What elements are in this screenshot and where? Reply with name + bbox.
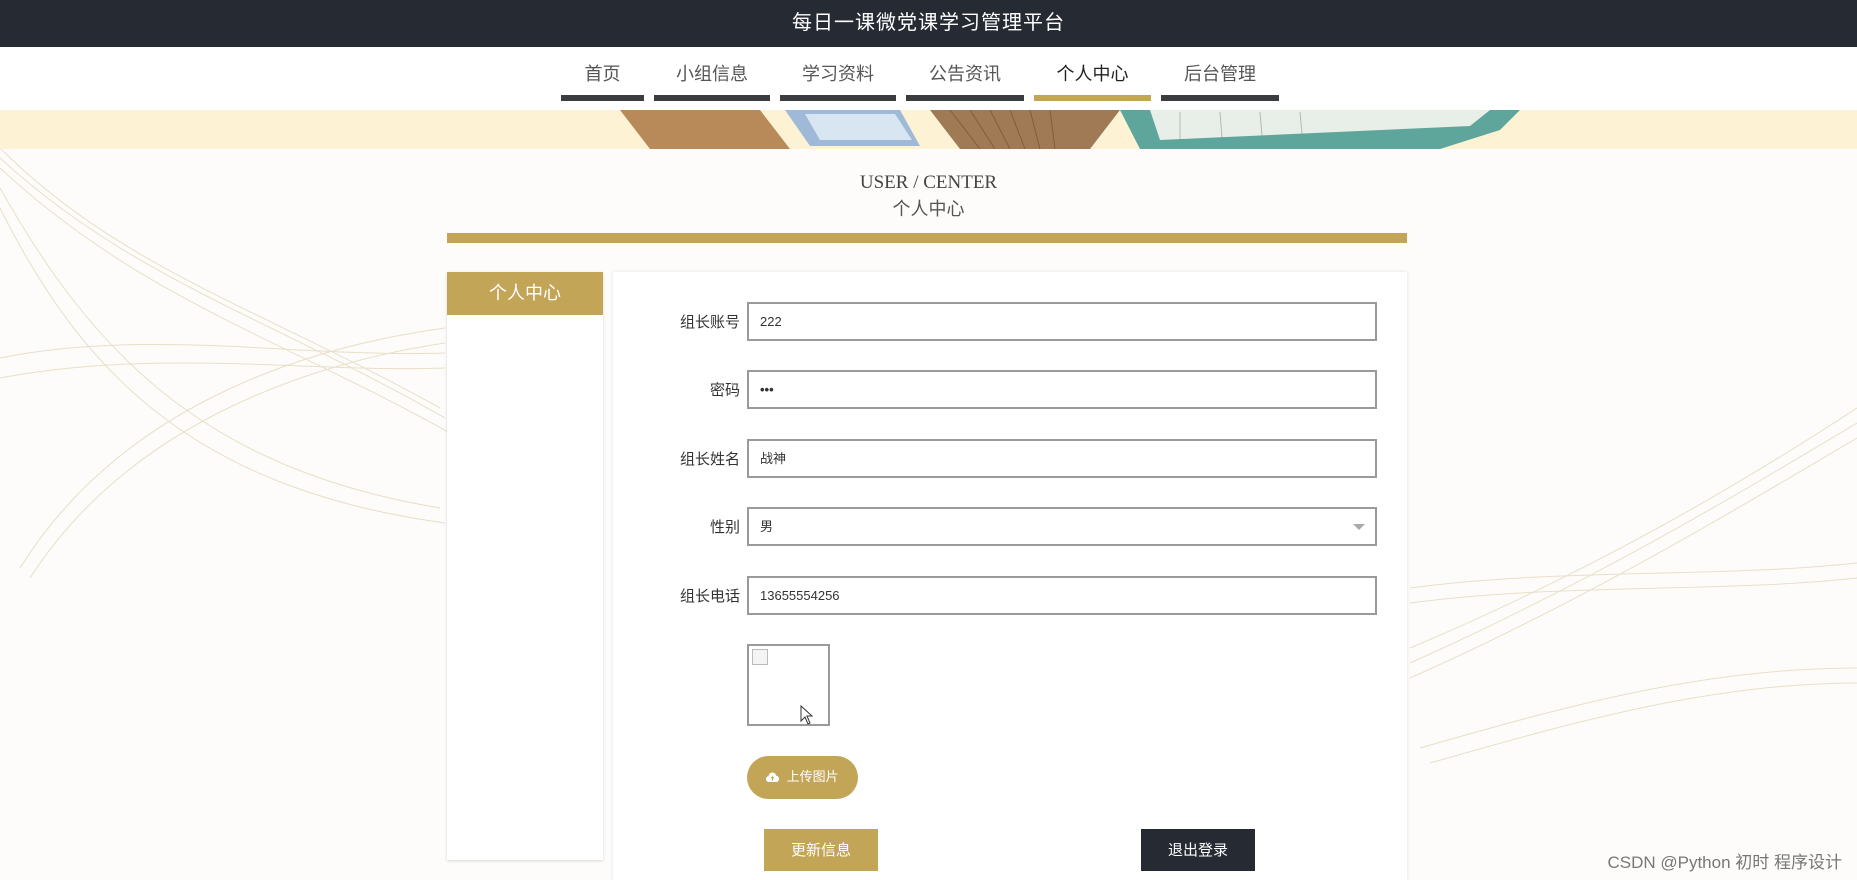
nav-item-groups[interactable]: 小组信息 [654, 47, 770, 101]
account-label: 组长账号 [679, 313, 740, 331]
main-nav: 首页 小组信息 学习资料 公告资讯 个人中心 后台管理 [0, 47, 1857, 110]
nav-item-materials[interactable]: 学习资料 [780, 47, 896, 101]
heading-divider [447, 233, 1407, 243]
upload-image-label: 上传图片 [786, 770, 839, 785]
watermark: CSDN @Python 初时 程序设计 [1607, 853, 1842, 872]
phone-label: 组长电话 [679, 587, 740, 605]
profile-form-panel: 组长账号 222 密码 ••• 组长姓名 战神 性别 男 组长电话 136555… [613, 272, 1407, 880]
upload-image-button[interactable]: 上传图片 [747, 756, 858, 799]
logout-button[interactable]: 退出登录 [1141, 829, 1255, 871]
avatar-preview[interactable] [747, 644, 830, 726]
nav-item-admin[interactable]: 后台管理 [1161, 47, 1279, 101]
mouse-cursor-icon [800, 705, 814, 725]
page-heading-cn: 个人中心 [892, 199, 965, 219]
form-row-password: 密码 ••• [613, 370, 1407, 410]
sidebar-item-user-center[interactable]: 个人中心 [447, 272, 603, 315]
account-input[interactable]: 222 [747, 302, 1377, 341]
form-row-phone: 组长电话 13655554256 [613, 576, 1407, 616]
book-illustration [620, 110, 1520, 149]
phone-input[interactable]: 13655554256 [747, 576, 1377, 615]
broken-image-icon [752, 649, 768, 665]
cloud-upload-icon [766, 772, 780, 782]
password-label: 密码 [709, 381, 740, 399]
sidebar: 个人中心 [447, 272, 603, 860]
name-label: 组长姓名 [679, 450, 740, 468]
page-heading: USER / CENTER 个人中心 [0, 170, 1857, 222]
nav-item-notices[interactable]: 公告资讯 [906, 47, 1024, 101]
nav-item-user-center[interactable]: 个人中心 [1034, 47, 1151, 101]
form-row-account: 组长账号 222 [613, 302, 1407, 342]
chevron-down-icon [1353, 524, 1365, 530]
gender-label: 性别 [709, 518, 740, 536]
gender-select[interactable]: 男 [747, 507, 1377, 546]
nav-item-home[interactable]: 首页 [561, 47, 644, 101]
update-info-button[interactable]: 更新信息 [764, 829, 878, 871]
form-row-gender: 性别 男 [613, 507, 1407, 547]
app-title: 每日一课微党课学习管理平台 [792, 12, 1065, 34]
password-input[interactable]: ••• [747, 370, 1377, 409]
page-heading-en: USER / CENTER [859, 172, 998, 193]
gender-select-value: 男 [760, 519, 774, 534]
form-row-name: 组长姓名 战神 [613, 439, 1407, 479]
name-input[interactable]: 战神 [747, 439, 1377, 478]
app-header: 每日一课微党课学习管理平台 [0, 0, 1857, 47]
banner-image [0, 110, 1857, 149]
